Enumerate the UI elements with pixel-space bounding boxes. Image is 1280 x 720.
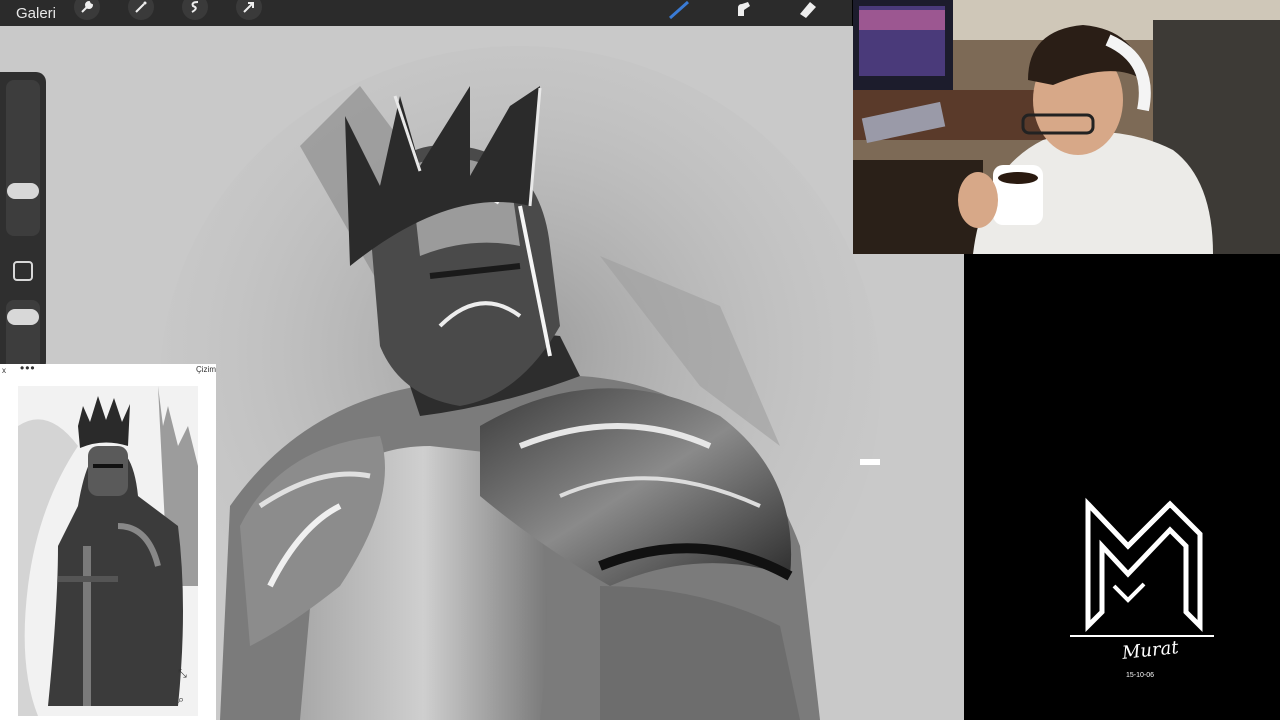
brush-size-thumb[interactable] xyxy=(7,183,39,199)
left-sidebar xyxy=(0,72,46,380)
smudge-tool-button[interactable] xyxy=(728,0,758,22)
webcam-overlay xyxy=(853,0,1280,254)
gallery-button[interactable]: Galeri xyxy=(16,5,56,22)
reference-zoom-icon[interactable]: ⌕ xyxy=(178,694,184,707)
reference-more-button[interactable]: ••• xyxy=(20,361,36,375)
top-toolbar: Galeri xyxy=(0,0,852,26)
brush-icon xyxy=(669,0,689,20)
logo-panel: Murat 15-10-06 xyxy=(964,256,1280,720)
eraser-tool-button[interactable] xyxy=(792,0,822,22)
actions-button[interactable] xyxy=(74,0,101,20)
opacity-thumb[interactable] xyxy=(7,309,39,325)
transform-button[interactable] xyxy=(236,0,263,20)
eraser-icon xyxy=(800,2,816,18)
modify-button[interactable] xyxy=(13,261,33,281)
selection-icon xyxy=(191,1,199,13)
reference-resize-icon[interactable]: ⤡ xyxy=(178,668,187,681)
reference-panel[interactable]: x ••• Çizim ⤡ ⌕ xyxy=(0,361,216,720)
reference-header: x ••• Çizim xyxy=(0,361,216,380)
magic-wand-icon xyxy=(135,1,147,13)
brush-size-slider[interactable] xyxy=(6,80,40,236)
reference-image xyxy=(18,386,198,716)
adjustments-button[interactable] xyxy=(128,0,155,20)
wrench-icon xyxy=(81,0,94,13)
smudge-icon xyxy=(738,2,750,16)
reference-close-button[interactable]: x xyxy=(2,366,6,375)
reference-title[interactable]: Çizim xyxy=(196,365,216,374)
signature-date: 15-10-06 xyxy=(1126,672,1155,679)
transform-arrow-icon xyxy=(243,2,255,13)
selection-button[interactable] xyxy=(182,0,209,20)
brush-tool-button[interactable] xyxy=(664,0,694,22)
streamer-video xyxy=(853,0,1280,254)
